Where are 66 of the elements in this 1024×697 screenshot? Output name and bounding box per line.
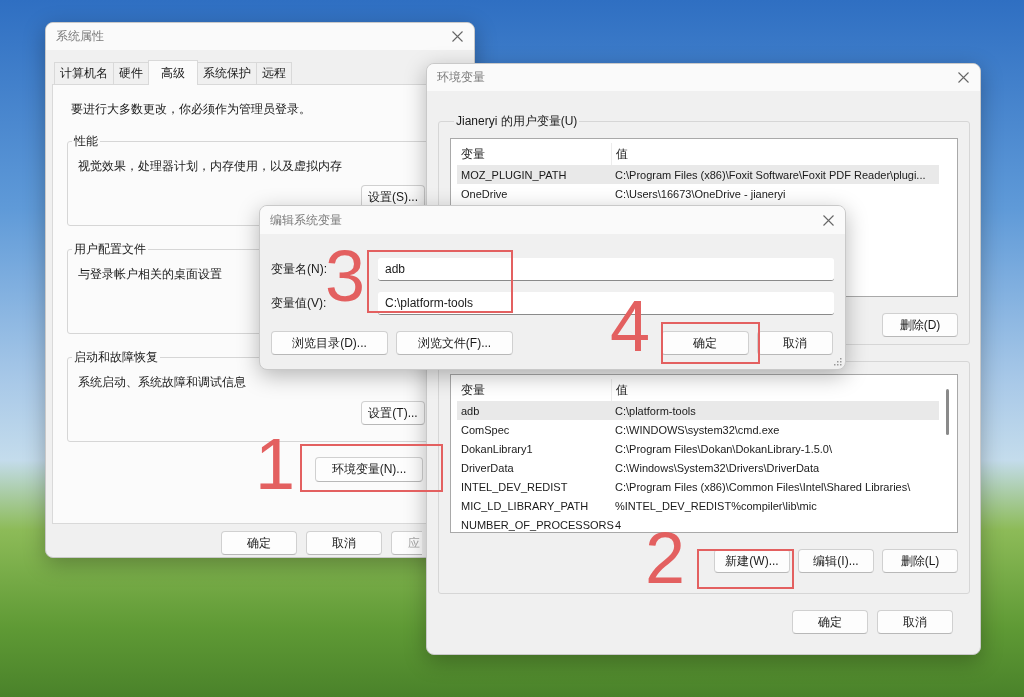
list-row[interactable]: INTEL_DEV_REDIST C:\Program Files (x86)\Common Files\Intel\Shared Libraries\ [457, 477, 939, 496]
table-cell-text: C:\platform-tools [614, 404, 697, 417]
window-title: 环境变量 [437, 69, 485, 86]
table-cell-text: INTEL_DEV_REDIST [460, 480, 569, 493]
table-cell-text: C:\WINDOWS\system32\cmd.exe [614, 423, 781, 436]
group-title: 启动和故障恢复 [73, 349, 159, 366]
group-description: 视觉效果，处理器计划，内存使用，以及虚拟内存 [78, 158, 342, 175]
table-cell-text: C:\Users\16673\OneDrive - jianeryi [614, 187, 787, 200]
list-row[interactable]: MIC_LD_LIBRARY_PATH %INTEL_DEV_REDIST%compiler\lib\mic [457, 496, 939, 515]
dialog-button[interactable]: 取消 [877, 610, 953, 634]
tab[interactable]: 高级 [148, 60, 198, 85]
group-description: 系统启动、系统故障和调试信息 [78, 374, 246, 391]
table-cell-text: C:\Program Files (x86)\Foxit Software\Foxit PDF Reader\plugi... [614, 168, 927, 181]
environment-variables-button[interactable]: 环境变量(N)... [315, 457, 423, 482]
browse-button[interactable]: 浏览文件(F)... [396, 331, 513, 355]
edit-button[interactable]: 编辑(I)... [798, 549, 874, 573]
close-icon[interactable] [823, 214, 834, 226]
window-title: 系统属性 [56, 28, 104, 45]
tab[interactable]: 远程 [256, 62, 292, 84]
settings-button[interactable]: 设置(T)... [361, 401, 425, 425]
list-row[interactable]: ComSpec C:\WINDOWS\system32\cmd.exe [457, 420, 939, 439]
field-label: 变量值(V): [271, 295, 328, 312]
tab[interactable]: 计算机名 [54, 62, 114, 84]
table-cell-text: C:\Program Files (x86)\Common Files\Intel\Shared Libraries\ [614, 480, 912, 493]
list-row[interactable]: MOZ_PLUGIN_PATH C:\Program Files (x86)\Foxit Software\Foxit PDF Reader\plugi... [457, 165, 939, 184]
dialog-button[interactable]: 确定 [661, 331, 749, 355]
step-number: 1 [255, 428, 296, 500]
step-number: 3 [325, 240, 366, 312]
table-cell-text: MOZ_PLUGIN_PATH [460, 168, 568, 181]
scrollbar[interactable] [946, 389, 949, 435]
column-header[interactable]: 变量 [457, 145, 611, 163]
dialog-button[interactable]: 确定 [221, 531, 297, 555]
delete-button[interactable]: 删除(D) [882, 313, 958, 337]
list-row[interactable]: OneDrive C:\Users\16673\OneDrive - jianeryi [457, 184, 939, 203]
table-cell-text: C:\Program Files\Dokan\DokanLibrary-1.5.0\ [614, 442, 834, 455]
table-cell-text: MIC_LD_LIBRARY_PATH [460, 499, 590, 512]
table-cell-text: 4 [614, 518, 623, 531]
close-icon[interactable] [452, 31, 463, 42]
step-number: 2 [645, 522, 686, 594]
group-title: 用户配置文件 [73, 241, 147, 258]
resize-grip-icon[interactable] [834, 358, 842, 366]
dialog-button[interactable]: 取消 [757, 331, 833, 355]
group-title: Jianeryi 的用户变量(U) [455, 113, 579, 130]
new-button[interactable]: 新建(W)... [714, 549, 790, 573]
table-cell-text: OneDrive [460, 187, 509, 200]
list-row[interactable]: DokanLibrary1 C:\Program Files\Dokan\DokanLibrary-1.5.0\ [457, 439, 939, 458]
close-icon[interactable] [958, 72, 969, 83]
list-row[interactable]: DriverData C:\Windows\System32\Drivers\DriverData [457, 458, 939, 477]
table-cell-text: C:\Windows\System32\Drivers\DriverData [614, 461, 821, 474]
table-cell-text: DriverData [460, 461, 515, 474]
table-cell-text: ComSpec [460, 423, 511, 436]
list-row[interactable]: adb C:\platform-tools [457, 401, 939, 420]
group-title: 性能 [73, 133, 99, 150]
column-header[interactable]: 变量 [457, 381, 611, 399]
dialog-button[interactable]: 取消 [306, 531, 382, 555]
delete-button[interactable]: 删除(L) [882, 549, 958, 573]
table-cell-text: adb [460, 404, 481, 417]
table-cell-text: %INTEL_DEV_REDIST%compiler\lib\mic [614, 499, 818, 512]
table-cell-text: DokanLibrary1 [460, 442, 534, 455]
group-description: 与登录帐户相关的桌面设置 [78, 266, 222, 283]
dialog-button[interactable]: 确定 [792, 610, 868, 634]
input-field[interactable]: adb [378, 258, 834, 281]
field-label: 变量名(N): [271, 261, 328, 278]
browse-button[interactable]: 浏览目录(D)... [271, 331, 388, 355]
notice-text: 要进行大多数更改，你必须作为管理员登录。 [71, 101, 312, 118]
window-title: 编辑系统变量 [270, 211, 342, 229]
